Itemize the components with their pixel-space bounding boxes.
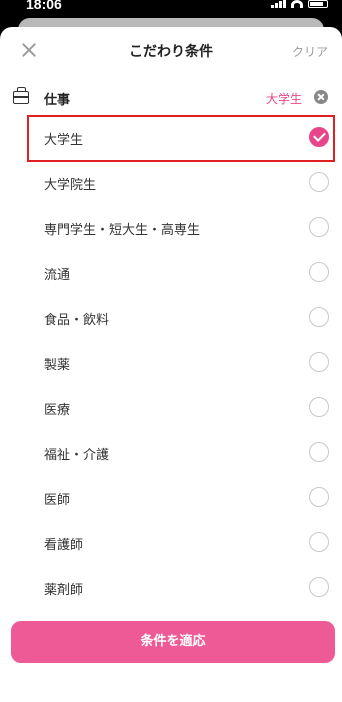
option-item[interactable]: 看護師 <box>0 520 342 565</box>
option-item[interactable]: 医師 <box>0 475 342 520</box>
radio-icon[interactable] <box>309 262 329 282</box>
selection-highlight <box>27 115 335 162</box>
sheet-title: こだわり条件 <box>129 44 213 60</box>
option-item[interactable]: 医療 <box>0 385 342 430</box>
radio-icon[interactable] <box>309 352 329 372</box>
option-item[interactable]: 専門学生・短大生・高専生 <box>0 205 342 250</box>
category-row-job: 仕事 大学生 <box>0 85 342 111</box>
battery-icon <box>308 0 328 8</box>
radio-icon[interactable] <box>309 442 329 462</box>
option-label: 看護師 <box>44 538 84 553</box>
clear-button[interactable]: クリア <box>292 43 328 60</box>
option-label: 医師 <box>44 493 71 508</box>
option-label: 専門学生・短大生・高専生 <box>44 223 201 238</box>
apply-button[interactable]: 条件を適応 <box>11 621 335 663</box>
option-label: 福祉・介護 <box>44 448 110 463</box>
option-item[interactable]: 福祉・介護 <box>0 430 342 475</box>
option-label: 食品・飲料 <box>44 313 110 328</box>
briefcase-icon <box>13 87 29 104</box>
option-item[interactable]: 製薬 <box>0 340 342 385</box>
radio-icon[interactable] <box>309 172 329 192</box>
radio-icon[interactable] <box>309 397 329 417</box>
option-item[interactable]: 大学院生 <box>0 160 342 205</box>
filter-sheet: こだわり条件 クリア 仕事 大学生 大学生大学院生専門学生・短大生・高専生 流通食… <box>0 27 342 702</box>
radio-icon[interactable] <box>309 217 329 237</box>
radio-icon[interactable] <box>309 487 329 507</box>
option-item[interactable]: 流通 <box>0 250 342 295</box>
status-icons <box>271 0 328 8</box>
option-label: 薬剤師 <box>44 583 84 598</box>
status-time: 18:06 <box>26 0 62 12</box>
option-item[interactable]: 食品・飲料 <box>0 295 342 340</box>
option-label: 大学院生 <box>44 178 97 193</box>
option-item[interactable]: 薬剤師 <box>0 565 342 610</box>
selected-value: 大学生 <box>265 92 302 106</box>
option-label: 医療 <box>44 403 71 418</box>
radio-icon[interactable] <box>309 307 329 327</box>
radio-icon[interactable] <box>309 532 329 552</box>
category-label: 仕事 <box>44 93 71 108</box>
option-label: 流通 <box>44 268 71 283</box>
signal-icon <box>271 0 286 8</box>
sheet-header: こだわり条件 クリア <box>0 27 342 75</box>
option-label: 製薬 <box>44 358 71 373</box>
wifi-icon <box>291 0 303 8</box>
radio-icon[interactable] <box>309 577 329 597</box>
clear-circle-icon[interactable] <box>314 90 328 104</box>
